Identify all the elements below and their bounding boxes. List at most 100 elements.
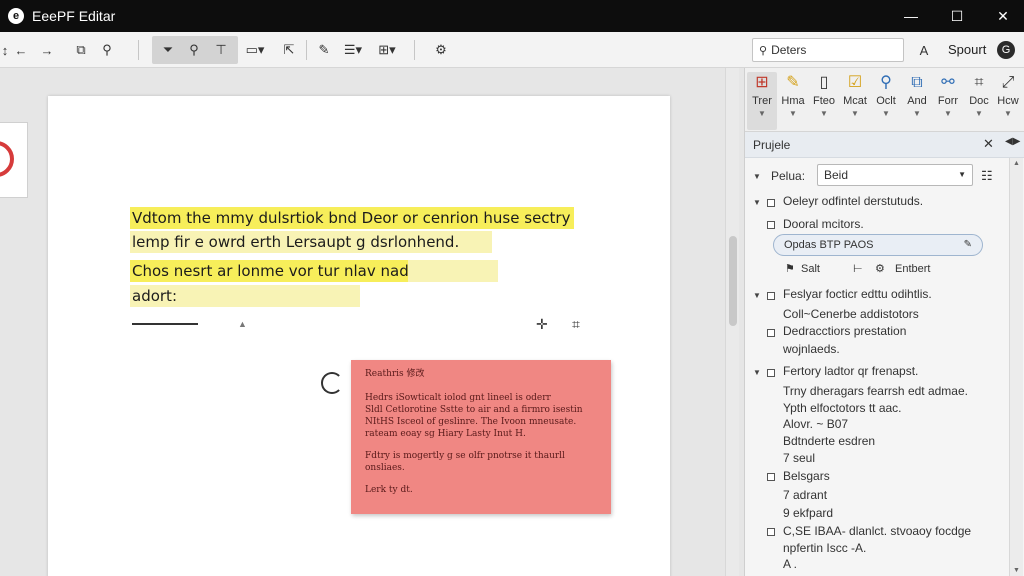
page-icon: ▯ <box>819 74 829 91</box>
app-title: EeePF Editar <box>32 8 116 24</box>
page-icon[interactable]: ⧉ <box>70 37 92 63</box>
sticky-note[interactable]: Reathris 修改 Hedrs iSowticalt iolod gnt l… <box>351 360 611 514</box>
property-dropdown[interactable]: Beid ▼ <box>817 164 973 186</box>
scrollbar-thumb[interactable] <box>729 236 737 326</box>
pan-icon[interactable]: ↕ <box>0 37 10 63</box>
collapse-arrow-icon[interactable]: ▼ <box>753 291 761 300</box>
checkbox[interactable] <box>767 369 775 377</box>
ribbon-label: Hma <box>781 95 805 107</box>
document-page[interactable]: Vdtom the mmy dulsrtiok bnd Deor or cenr… <box>48 96 670 576</box>
highlight-tail <box>408 260 498 282</box>
grid-icon[interactable]: ⊞▾ <box>372 37 402 63</box>
crop-icon[interactable]: ⌗ <box>572 316 580 333</box>
ribbon-item[interactable]: ▯ Fteo ▼ <box>809 72 839 130</box>
marker-icon[interactable]: ✎ <box>314 37 334 63</box>
back-icon[interactable]: ← <box>10 37 32 63</box>
screen-icon[interactable]: ▭▾ <box>242 37 268 63</box>
tree-item[interactable]: Fertory ladtor qr frenapst. <box>783 364 918 378</box>
search-input[interactable] <box>771 43 892 57</box>
tree-item[interactable]: Entbert <box>895 263 930 275</box>
maximize-button[interactable]: ☐ <box>934 0 980 32</box>
panel-header: Prujele ✕ ◀▶ <box>745 132 1024 158</box>
font-icon[interactable]: A <box>914 37 934 63</box>
tree-item[interactable]: A . <box>783 557 797 571</box>
checkbox[interactable] <box>767 292 775 300</box>
checkbox[interactable] <box>767 329 775 337</box>
ribbon-item[interactable]: ✎ Hma ▼ <box>778 72 808 130</box>
note-connector-icon <box>321 372 343 394</box>
tree-item[interactable]: Dooral mcitors. <box>783 217 864 231</box>
chevron-down-icon: ▼ <box>820 109 828 118</box>
settings-icon[interactable]: ⚙ <box>430 37 452 63</box>
collapse-arrow-icon[interactable]: ▼ <box>753 198 761 207</box>
tree-item[interactable]: 9 ekfpard <box>783 506 833 520</box>
tree-item[interactable]: 7 seul <box>783 451 815 465</box>
underline-annotation[interactable] <box>132 323 198 325</box>
tree-item[interactable]: Ypth elfoctotors tt aac. <box>783 401 902 415</box>
search-box[interactable]: ⚲ <box>752 38 904 62</box>
previous-page-thumbnail[interactable] <box>0 122 28 198</box>
checkbox[interactable] <box>767 199 775 207</box>
avatar[interactable]: G <box>997 41 1015 59</box>
collapse-arrow-icon[interactable]: ▼ <box>753 172 761 181</box>
edit-text-icon: ⊞ <box>755 74 769 91</box>
account-label[interactable]: Spourt <box>948 42 986 57</box>
close-icon[interactable]: ✕ <box>983 136 994 152</box>
tree-item[interactable]: 7 adrant <box>783 488 827 502</box>
ribbon-item[interactable]: ⚯ Forr ▼ <box>933 72 963 130</box>
checkbox[interactable] <box>767 528 775 536</box>
tree-item[interactable]: Oeleyr odfintel derstutuds. <box>783 194 923 208</box>
ribbon-item[interactable]: ⊞ Trer ▼ <box>747 72 777 130</box>
ribbon-item[interactable]: ⚲ Oclt ▼ <box>871 72 901 130</box>
ribbon-item[interactable]: ☑ Mcat ▼ <box>840 72 870 130</box>
ribbon-label: Hcw <box>997 95 1019 107</box>
scroll-up-icon[interactable]: ▲ <box>1013 160 1020 167</box>
ribbon-item[interactable]: ⧉ And ▼ <box>902 72 932 130</box>
tree-item[interactable]: Trny dheragars fearrsh edt admae. <box>783 384 968 398</box>
tree-item[interactable]: C,SE IBAA- dlanlct. stvoaoy focdge <box>783 524 971 538</box>
close-button[interactable]: ✕ <box>980 0 1024 32</box>
checkbox[interactable] <box>767 473 775 481</box>
tree-item[interactable]: Coll~Cenerbe addistotors <box>783 307 919 321</box>
checkbox[interactable] <box>767 221 775 229</box>
highlight-line[interactable]: Vdtom the mmy dulsrtiok bnd Deor or cenr… <box>130 207 574 229</box>
export-icon[interactable]: ⇱ <box>278 37 300 63</box>
chevron-down-icon: ▼ <box>851 109 859 118</box>
forward-icon[interactable]: → <box>36 37 58 63</box>
pin-icon[interactable]: ◀▶ <box>1005 136 1020 147</box>
list-icon[interactable]: ☰▾ <box>338 37 368 63</box>
ribbon-item[interactable]: ⌗ Doc ▼ <box>964 72 994 130</box>
properties-icon[interactable]: ☷ <box>981 168 993 184</box>
tree-item[interactable]: Alovr. ~ B07 <box>783 417 848 431</box>
panel-scrollbar[interactable]: ▲ ▼ <box>1009 158 1023 576</box>
tree-item[interactable]: npfertin Iscc -A. <box>783 541 866 555</box>
collapse-arrow-icon[interactable]: ▼ <box>753 368 761 377</box>
document-scrollbar[interactable] <box>725 68 739 576</box>
stamp-icon[interactable]: ⊤ <box>208 37 234 63</box>
move-handle-icon[interactable]: ✛ <box>536 316 548 333</box>
chevron-down-icon: ▼ <box>758 109 766 118</box>
title-bar: e EeePF Editar — ☐ ✕ <box>0 0 1024 32</box>
tree-item[interactable]: Salt <box>801 263 820 275</box>
divider <box>306 40 307 60</box>
tree-item[interactable]: wojnlaeds. <box>783 342 840 356</box>
scroll-down-icon[interactable]: ▼ <box>1013 567 1020 574</box>
filter-icon[interactable]: ⏷ <box>156 37 180 63</box>
gear-icon: ⚙ <box>875 263 885 275</box>
search-icon[interactable]: ⚲ <box>182 37 206 63</box>
tree-item[interactable]: Belsgars <box>783 469 830 483</box>
ribbon-item[interactable]: ⤢ Hcw ▼ <box>993 72 1023 130</box>
selected-tree-item[interactable]: Opdas BTP PAOS ✎ <box>773 234 983 256</box>
pin-icon[interactable]: ✎ <box>964 235 972 255</box>
tree-item[interactable]: Dedracctiors prestation <box>783 324 906 338</box>
highlight-line[interactable]: Chos nesrt ar lonme vor tur nlav nad <box>130 260 409 282</box>
ribbon-label: Trer <box>752 95 772 107</box>
fit-icon: ⤢ <box>1001 74 1015 91</box>
zoom-icon[interactable]: ⚲ <box>96 37 118 63</box>
tree-item[interactable]: Feslyar focticr edttu odihtlis. <box>783 287 932 301</box>
minimize-button[interactable]: — <box>888 0 934 32</box>
tree-item[interactable]: Bdtnderte esdren <box>783 434 875 448</box>
highlight-line[interactable]: lemp fir e owrd erth Lersaupt g dsrlonhe… <box>130 231 492 253</box>
highlight-line[interactable]: adort: <box>130 285 360 307</box>
panel-title: Prujele <box>753 138 791 152</box>
